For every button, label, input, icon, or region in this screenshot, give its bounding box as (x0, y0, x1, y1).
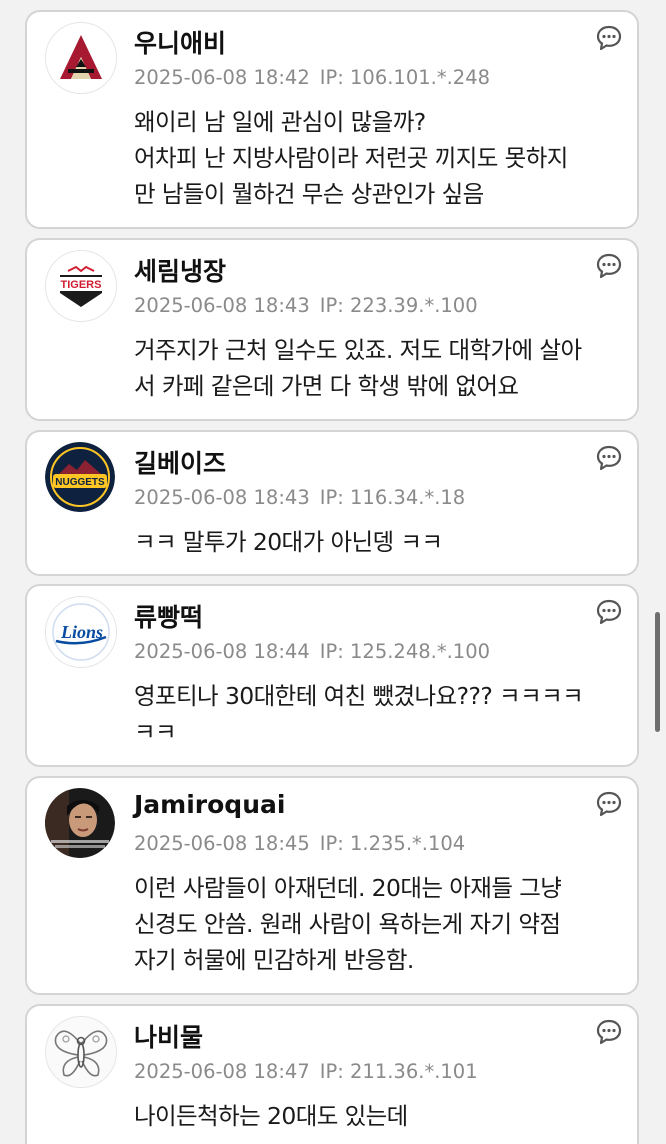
nuggets-logo-text: NUGGETS (55, 477, 105, 488)
avatar[interactable] (45, 22, 117, 94)
comment-meta: 2025-06-08 18:43 IP: 116.34.*.18 (134, 486, 465, 509)
reply-icon[interactable] (595, 598, 623, 626)
comment-line: 서 카페 같은데 가면 다 학생 밖에 없어요 (134, 372, 519, 400)
comment-line: ㅋㅋ 말투가 20대가 아닌뎅 ㅋㅋ (134, 528, 443, 556)
nickname[interactable]: 길베이즈 (134, 444, 226, 480)
comment-card: Lions 류빵떡 2025-06-08 18:44 IP: 125.248.*.… (25, 584, 639, 767)
comment-ip: IP: 125.248.*.100 (319, 640, 491, 663)
comment-card: NUGGETS 길베이즈 2025-06-08 18:43 IP: 116.34.… (25, 430, 639, 576)
diamondbacks-a-logo-icon (46, 23, 116, 93)
reply-icon[interactable] (595, 252, 623, 280)
nickname[interactable]: Jamiroquai (134, 790, 285, 819)
reply-icon[interactable] (595, 1018, 623, 1046)
comment-meta: 2025-06-08 18:42 IP: 106.101.*.248 (134, 66, 490, 89)
nickname[interactable]: 나비물 (134, 1018, 203, 1054)
comment-text: 나이든척하는 20대도 있는데 (134, 1098, 624, 1134)
comment-line: 신경도 안씀. 원래 사람이 욕하는게 자기 약점 (134, 910, 561, 938)
comment-ip: IP: 1.235.*.104 (319, 832, 466, 855)
comment-line: 영포티나 30대한테 여친 뺐겼나요??? ㅋㅋㅋㅋ (134, 682, 584, 710)
nickname[interactable]: 세림냉장 (134, 252, 226, 288)
comment-date: 2025-06-08 18:47 (134, 1060, 310, 1083)
reply-icon[interactable] (595, 790, 623, 818)
comment-date: 2025-06-08 18:44 (134, 640, 310, 663)
comment-meta: 2025-06-08 18:43 IP: 223.39.*.100 (134, 294, 478, 317)
comment-line: 왜이리 남 일에 관심이 많을까? (134, 108, 426, 136)
comment-card: Jamiroquai 2025-06-08 18:45 IP: 1.235.*.1… (25, 776, 639, 995)
comment-card: 나비물 2025-06-08 18:47 IP: 211.36.*.101 나이든… (25, 1004, 639, 1144)
comment-ip: IP: 223.39.*.100 (319, 294, 478, 317)
nuggets-logo-icon: NUGGETS (45, 442, 115, 512)
comment-line: 나이든척하는 20대도 있는데 (134, 1102, 408, 1130)
reply-icon[interactable] (595, 24, 623, 52)
tigers-logo-text: TIGERS (61, 279, 102, 291)
nickname[interactable]: 우니애비 (134, 24, 226, 60)
comment-date: 2025-06-08 18:42 (134, 66, 310, 89)
comment-line: 자기 허물에 민감하게 반응함. (134, 946, 414, 974)
comment-date: 2025-06-08 18:43 (134, 294, 310, 317)
comment-line: 거주지가 근처 일수도 있죠. 저도 대학가에 살아 (134, 336, 582, 364)
comment-text: 왜이리 남 일에 관심이 많을까? 어차피 난 지방사람이라 저런곳 끼지도 못… (134, 104, 624, 212)
comment-line: 만 남들이 뭘하건 무슨 상관인가 싶음 (134, 180, 484, 208)
comment-line: 이런 사람들이 아재던데. 20대는 아재들 그냥 (134, 874, 562, 902)
comment-date: 2025-06-08 18:45 (134, 832, 310, 855)
comment-meta: 2025-06-08 18:44 IP: 125.248.*.100 (134, 640, 490, 663)
lions-logo-text: Lions (60, 622, 103, 642)
comment-ip: IP: 106.101.*.248 (319, 66, 491, 89)
comment-list: 우니애비 2025-06-08 18:42 IP: 106.101.*.248 왜… (0, 0, 666, 1144)
nickname[interactable]: 류빵떡 (134, 598, 203, 634)
avatar[interactable]: Lions (45, 596, 117, 668)
comment-text: 영포티나 30대한테 여친 뺐겼나요??? ㅋㅋㅋㅋ ㅋㅋ (134, 678, 624, 750)
lions-logo-icon: Lions (46, 597, 116, 667)
reply-icon[interactable] (595, 444, 623, 472)
person-photo-icon (45, 788, 115, 858)
scrollbar[interactable] (655, 612, 660, 732)
avatar[interactable] (45, 1016, 117, 1088)
comment-card: TIGERS 세림냉장 2025-06-08 18:43 IP: 223.39.*… (25, 238, 639, 421)
tigers-logo-icon: TIGERS (46, 251, 116, 321)
comment-ip: IP: 211.36.*.101 (319, 1060, 478, 1083)
comment-text: ㅋㅋ 말투가 20대가 아닌뎅 ㅋㅋ (134, 524, 624, 560)
avatar[interactable] (45, 788, 115, 858)
comment-text: 거주지가 근처 일수도 있죠. 저도 대학가에 살아 서 카페 같은데 가면 다… (134, 332, 624, 404)
comment-ip: IP: 116.34.*.18 (319, 486, 466, 509)
comment-meta: 2025-06-08 18:47 IP: 211.36.*.101 (134, 1060, 478, 1083)
comment-line: ㅋㅋ (134, 718, 177, 746)
avatar[interactable]: NUGGETS (45, 442, 115, 512)
comment-meta: 2025-06-08 18:45 IP: 1.235.*.104 (134, 832, 465, 855)
avatar[interactable]: TIGERS (45, 250, 117, 322)
butterfly-sketch-icon (46, 1017, 116, 1087)
comment-line: 어차피 난 지방사람이라 저런곳 끼지도 못하지 (134, 144, 568, 172)
comment-date: 2025-06-08 18:43 (134, 486, 310, 509)
comment-card: 우니애비 2025-06-08 18:42 IP: 106.101.*.248 왜… (25, 10, 639, 229)
comment-text: 이런 사람들이 아재던데. 20대는 아재들 그냥 신경도 안씀. 원래 사람이… (134, 870, 624, 978)
